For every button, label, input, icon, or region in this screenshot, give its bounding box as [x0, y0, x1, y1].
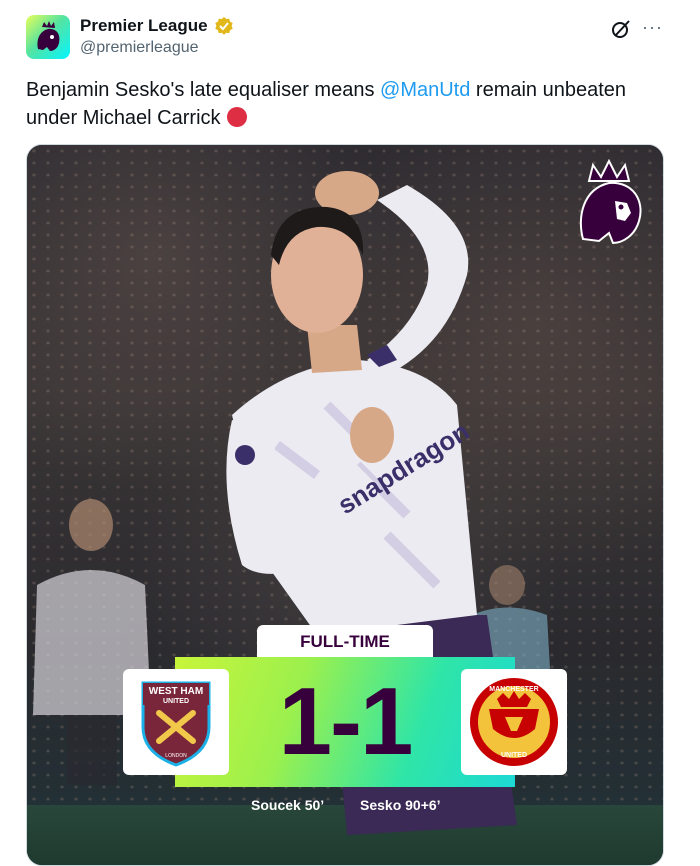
tweet: Premier League @premierleague ··· Benjam…: [0, 0, 700, 866]
name-row: Premier League: [80, 16, 234, 36]
manchester-united-crest-icon: MANCHESTER UNITED: [470, 678, 558, 766]
away-scorer: Sesko 90+6’: [360, 797, 441, 813]
premier-league-lion-icon: [37, 21, 60, 51]
crest-text: UNITED: [501, 752, 527, 759]
crest-text: LONDON: [165, 753, 187, 759]
home-scorer: Soucek 50’: [251, 797, 325, 813]
home-team-crest: WEST HAM UNITED LONDON: [123, 669, 229, 775]
premier-league-logo-icon: [579, 159, 642, 245]
more-options-icon[interactable]: ···: [642, 17, 663, 38]
handle[interactable]: @premierleague: [80, 39, 199, 57]
tweet-text: Benjamin Sesko's late equaliser means @M…: [26, 76, 666, 132]
crest-text: UNITED: [163, 698, 189, 705]
crest-text: MANCHESTER: [489, 686, 538, 693]
tweet-text-part: Benjamin Sesko's late equaliser means: [26, 79, 381, 101]
display-name[interactable]: Premier League: [80, 16, 208, 36]
west-ham-crest-icon: WEST HAM UNITED LONDON: [141, 681, 211, 767]
mention-link[interactable]: @ManUtd: [380, 79, 470, 101]
full-time-label: FULL-TIME: [257, 625, 433, 659]
red-circle-emoji: [226, 107, 247, 127]
tweet-image[interactable]: snapdragon FULL-TIME 1-1 WEST HAM UNITED…: [26, 144, 664, 866]
avatar[interactable]: [26, 15, 70, 59]
away-team-crest: MANCHESTER UNITED: [461, 669, 567, 775]
crest-text: WEST HAM: [149, 686, 203, 697]
verified-badge-icon: [214, 17, 233, 35]
grok-icon[interactable]: [610, 18, 632, 40]
